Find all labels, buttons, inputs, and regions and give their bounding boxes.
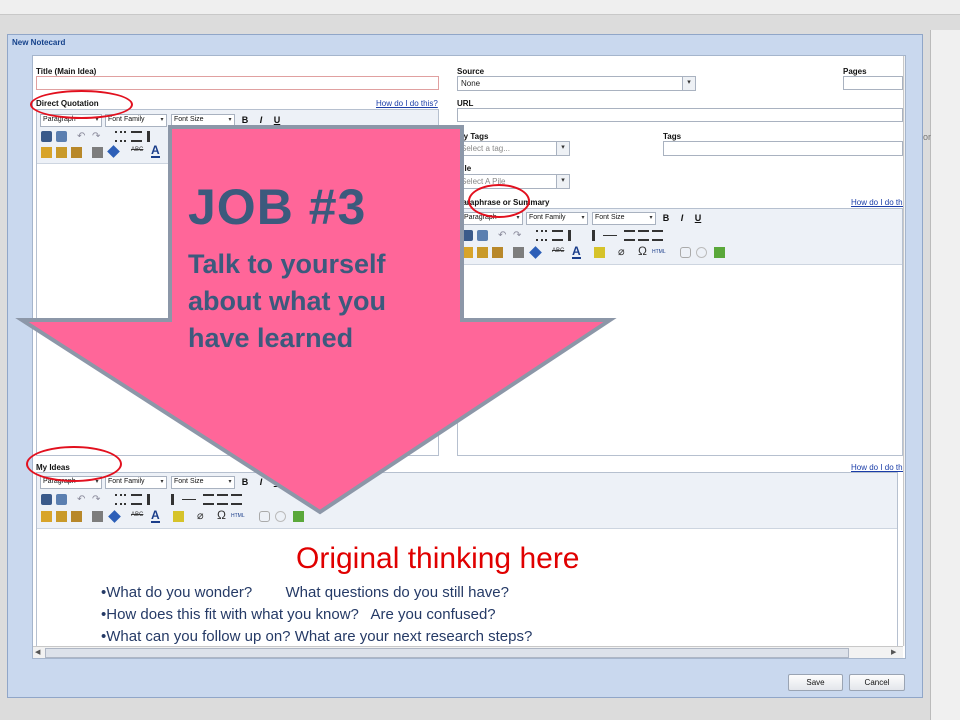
my-ideas-circle — [26, 446, 122, 482]
job-title: JOB #3 — [188, 179, 367, 235]
job-line-2: about what you — [188, 286, 386, 316]
job-arrow-overlay — [15, 125, 617, 515]
job-line-3: have learned — [188, 323, 354, 353]
direct-quotation-circle — [30, 90, 133, 119]
paraphrase-circle — [468, 184, 530, 218]
job-line-1: Talk to yourself — [188, 249, 386, 279]
